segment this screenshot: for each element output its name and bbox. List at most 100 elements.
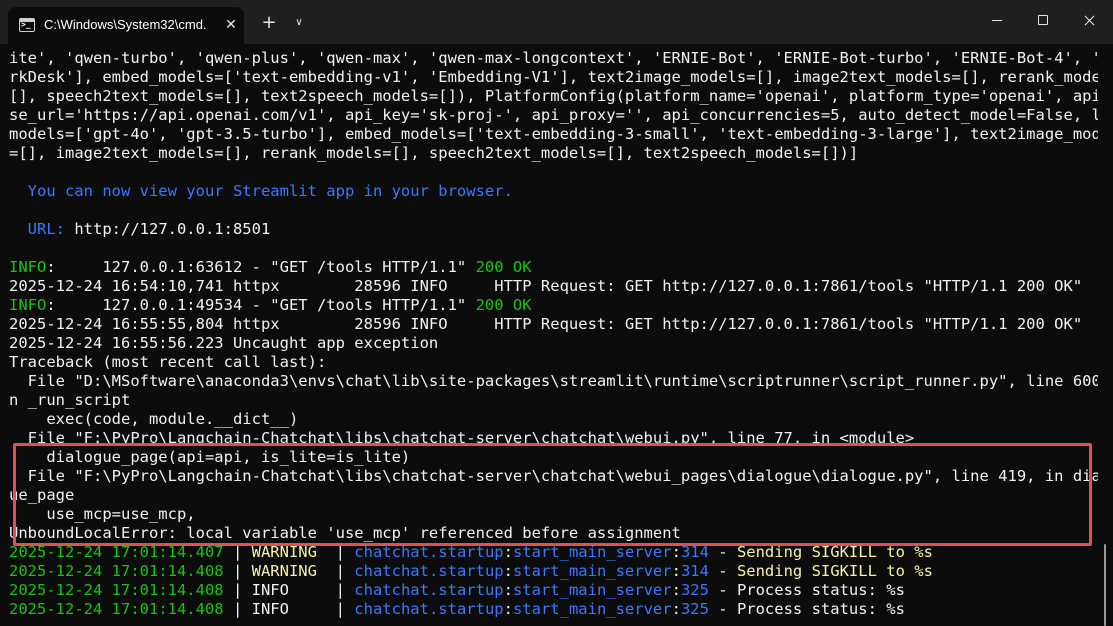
terminal-text: | [223, 562, 252, 580]
terminal-line: exec(code, module.__dict__) [9, 410, 298, 429]
terminal-text: Traceback (most recent call last): [9, 353, 327, 371]
close-window-button[interactable] [1066, 0, 1112, 40]
terminal-text: : [503, 581, 513, 599]
terminal-text: models=['gpt-4o', 'gpt-3.5-turbo'], embe… [9, 125, 1098, 143]
vertical-scrollbar[interactable] [1104, 544, 1106, 626]
terminal-text: 200 OK [475, 258, 532, 276]
terminal-text: You can now view your Streamlit app in y… [9, 182, 513, 200]
tab-title: C:\Windows\System32\cmd.exe [44, 17, 207, 32]
terminal-line: URL: http://127.0.0.1:8501 [9, 220, 271, 239]
terminal-text: : [671, 543, 681, 561]
terminal-text: Process status: %s [736, 600, 905, 618]
terminal-text: n _run_script [9, 391, 131, 409]
terminal-text: - [708, 581, 737, 599]
terminal-line: File "F:\PyPro\Langchain-Chatchat\libs\c… [9, 467, 1098, 486]
terminal-text: chatchat.startup [354, 543, 504, 561]
terminal-line: use_mcp=use_mcp, [9, 505, 196, 524]
terminal-text: URL: [9, 220, 75, 238]
terminal-text: File "D:\MSoftware\anaconda3\envs\chat\l… [9, 372, 1098, 390]
terminal-text: chatchat.startup [354, 562, 504, 580]
terminal-text: UnboundLocalError: local variable 'use_m… [9, 524, 681, 542]
terminal-line: 2025-12-24 17:01:14.408 | INFO | chatcha… [9, 581, 905, 600]
terminal-text: INFO [251, 581, 327, 599]
terminal-text: | [223, 600, 252, 618]
terminal-text: | [223, 543, 252, 561]
terminal-text: - [708, 543, 737, 561]
terminal-output[interactable]: ite', 'qwen-turbo', 'qwen-plus', 'qwen-m… [0, 48, 1098, 626]
terminal-text: start_main_server [512, 600, 672, 618]
terminal-text: WARNING [251, 562, 327, 580]
terminal-line: INFO: 127.0.0.1:49534 - "GET /tools HTTP… [9, 296, 532, 315]
terminal-line: 2025-12-24 17:01:14.408 | INFO | chatcha… [9, 600, 905, 619]
terminal-line: rkDesk'], embed_models=['text-embedding-… [9, 68, 1098, 87]
terminal-line: 2025-12-24 16:55:56.223 Uncaught app exc… [9, 334, 438, 353]
terminal-text: use_mcp=use_mcp, [9, 505, 196, 523]
tab-dropdown-button[interactable]: ∨ [290, 12, 308, 34]
terminal-line: File "F:\PyPro\Langchain-Chatchat\libs\c… [9, 429, 915, 448]
terminal-text: rkDesk'], embed_models=['text-embedding-… [9, 68, 1098, 86]
tab-close-icon[interactable]: ✕ [221, 15, 241, 35]
terminal-line: ue_page [9, 486, 74, 505]
terminal-text: dialogue_page(api=api, is_lite=is_lite) [9, 448, 411, 466]
terminal-text: | [326, 600, 355, 618]
terminal-line: UnboundLocalError: local variable 'use_m… [9, 524, 681, 543]
terminal-text: WARNING [251, 543, 327, 561]
terminal-text: : 127.0.0.1:63612 - "GET /tools HTTP/1.1… [46, 258, 476, 276]
terminal-text: : [671, 600, 681, 618]
terminal-text: | [326, 543, 355, 561]
terminal-line: You can now view your Streamlit app in y… [9, 182, 513, 201]
terminal-text: - [708, 600, 737, 618]
terminal-text: chatchat.startup [354, 600, 504, 618]
terminal-text: File "F:\PyPro\Langchain-Chatchat\libs\c… [9, 429, 915, 447]
terminal-text: 2025-12-24 16:54:10,741 httpx 28596 INFO… [9, 277, 1083, 295]
terminal-line: 2025-12-24 17:01:14.407 | WARNING | chat… [9, 543, 933, 562]
terminal-text: =[], image2text_models=[], rerank_models… [9, 144, 859, 162]
terminal-text: : 127.0.0.1:49534 - "GET /tools HTTP/1.1… [46, 296, 476, 314]
terminal-text: Process status: %s [736, 581, 905, 599]
terminal-line: [], speech2text_models=[], text2speech_m… [9, 87, 1098, 106]
terminal-text: INFO [9, 296, 47, 314]
terminal-text: chatchat.startup [354, 581, 504, 599]
new-tab-button[interactable]: + [258, 12, 280, 34]
terminal-line: 2025-12-24 16:54:10,741 httpx 28596 INFO… [9, 277, 1082, 296]
terminal-text: : [503, 562, 513, 580]
terminal-text: start_main_server [512, 562, 672, 580]
terminal-text: Sending SIGKILL to %s [736, 543, 933, 561]
terminal-text: 2025-12-24 16:55:56.223 Uncaught app exc… [9, 334, 439, 352]
terminal-line: Traceback (most recent call last): [9, 353, 326, 372]
terminal-text: | [326, 562, 355, 580]
terminal-text: INFO [9, 258, 47, 276]
terminal-text: start_main_server [512, 581, 672, 599]
terminal-text: 2025-12-24 17:01:14.408 [9, 562, 224, 580]
terminal-text: Sending SIGKILL to %s [736, 562, 933, 580]
terminal-line: INFO: 127.0.0.1:63612 - "GET /tools HTTP… [9, 258, 532, 277]
terminal-text: 2025-12-24 16:55:55,804 httpx 28596 INFO… [9, 315, 1083, 333]
terminal-text: | [223, 581, 252, 599]
terminal-text: | [326, 581, 355, 599]
terminal-line: =[], image2text_models=[], rerank_models… [9, 144, 858, 163]
terminal-text: : [503, 543, 513, 561]
terminal-line: dialogue_page(api=api, is_lite=is_lite) [9, 448, 410, 467]
terminal-text: : [671, 581, 681, 599]
terminal-tab[interactable]: C:\Windows\System32\cmd.exe ✕ [8, 7, 244, 44]
terminal-text: : [503, 600, 513, 618]
terminal-line: ite', 'qwen-turbo', 'qwen-plus', 'qwen-m… [9, 49, 1098, 68]
minimize-button[interactable] [974, 0, 1020, 40]
terminal-text: [], speech2text_models=[], text2speech_m… [9, 87, 1098, 105]
terminal-line: se_url='https://api.openai.com/v1', api_… [9, 106, 1098, 125]
terminal-text: 200 OK [475, 296, 532, 314]
terminal-text: 2025-12-24 17:01:14.407 [9, 543, 224, 561]
terminal-text: se_url='https://api.openai.com/v1', api_… [9, 106, 1098, 124]
terminal-line: n _run_script [9, 391, 130, 410]
terminal-text: File "F:\PyPro\Langchain-Chatchat\libs\c… [9, 467, 1098, 485]
terminal-text: ite', 'qwen-turbo', 'qwen-plus', 'qwen-m… [9, 49, 1098, 67]
terminal-line: models=['gpt-4o', 'gpt-3.5-turbo'], embe… [9, 125, 1098, 144]
terminal-text: 2025-12-24 17:01:14.408 [9, 600, 224, 618]
terminal-line: File "D:\MSoftware\anaconda3\envs\chat\l… [9, 372, 1098, 391]
terminal-text: http://127.0.0.1:8501 [74, 220, 271, 238]
maximize-button[interactable] [1020, 0, 1066, 40]
terminal-text: 2025-12-24 17:01:14.408 [9, 581, 224, 599]
terminal-line: 2025-12-24 17:01:14.408 | WARNING | chat… [9, 562, 933, 581]
terminal-line: 2025-12-24 16:55:55,804 httpx 28596 INFO… [9, 315, 1082, 334]
terminal-text: 314 [680, 543, 709, 561]
